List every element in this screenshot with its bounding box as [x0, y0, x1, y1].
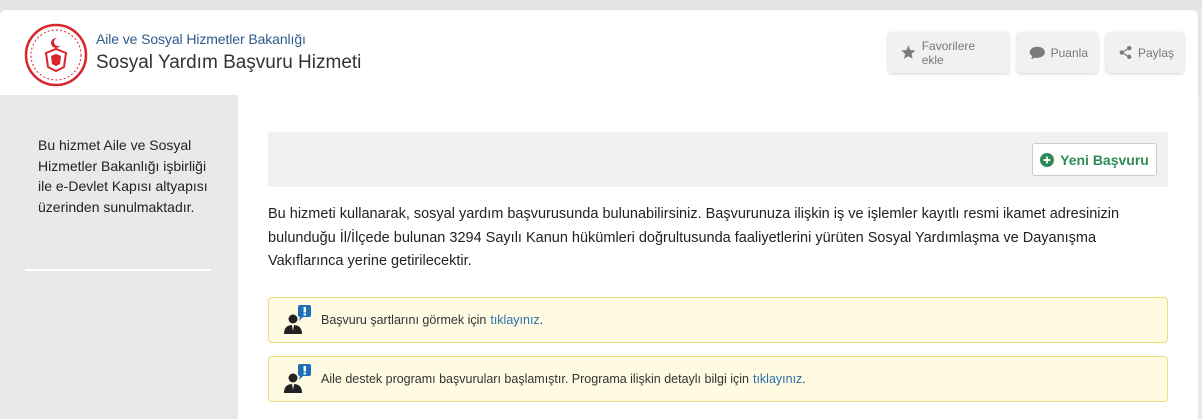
favorites-label: Favorilere ekle: [921, 38, 976, 67]
ministry-logo: [24, 23, 88, 87]
page-header: Aile ve Sosyal Hizmetler Bakanlığı Sosya…: [0, 10, 1198, 95]
speech-bubble-icon: [1029, 46, 1045, 59]
sidebar: Bu hizmet Aile ve Sosyal Hizmetler Bakan…: [0, 95, 238, 419]
sidebar-divider: [25, 269, 211, 271]
alert-suffix: .: [539, 313, 544, 327]
share-button[interactable]: Paylaş: [1106, 32, 1184, 73]
new-application-label: Yeni Başvuru: [1060, 151, 1149, 168]
alert-text: Aile destek programı başvuruları başlamı…: [321, 372, 749, 386]
plus-circle-icon: [1040, 152, 1055, 167]
alert-link[interactable]: tıklayınız: [490, 313, 539, 327]
favorites-button[interactable]: Favorilere ekle: [888, 32, 1009, 73]
main-content: Yeni Başvuru Bu hizmeti kullanarak, sosy…: [238, 95, 1198, 419]
action-bar: Yeni Başvuru: [268, 132, 1168, 187]
page-title: Sosyal Yardım Başvuru Hizmeti: [96, 52, 362, 73]
share-label: Paylaş: [1137, 45, 1174, 60]
alert-family-support: Aile destek programı başvuruları başlamı…: [268, 356, 1168, 402]
service-provider-note: Bu hizmet Aile ve Sosyal Hizmetler Bakan…: [38, 137, 208, 215]
alert-suffix: .: [802, 372, 806, 386]
ministry-name[interactable]: Aile ve Sosyal Hizmetler Bakanlığı: [96, 31, 306, 47]
star-icon: [901, 45, 916, 59]
new-application-button[interactable]: Yeni Başvuru: [1032, 143, 1157, 176]
alert-text: Başvuru şartlarını görmek için: [321, 313, 487, 327]
share-icon: [1119, 45, 1132, 60]
top-strip: [0, 0, 1202, 10]
user-alert-icon: [284, 364, 311, 393]
rate-button[interactable]: Puanla: [1017, 32, 1098, 73]
alert-eligibility: Başvuru şartlarını görmek için tıklayını…: [268, 297, 1168, 343]
alert-link[interactable]: tıklayınız: [753, 372, 802, 386]
rate-label: Puanla: [1050, 45, 1088, 60]
intro-text: Bu hizmeti kullanarak, sosyal yardım baş…: [268, 206, 1120, 269]
user-alert-icon: [284, 305, 311, 334]
